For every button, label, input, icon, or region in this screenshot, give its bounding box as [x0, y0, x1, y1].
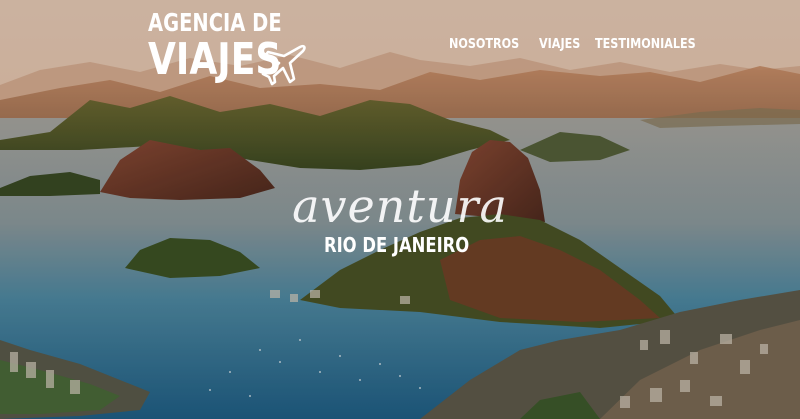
- brand-logo[interactable]: AGENCIA DE VIAJES: [148, 8, 318, 86]
- hero-destination-text: RIO DE JANEIRO: [324, 233, 470, 257]
- hero-destination: RIO DE JANEIRO: [0, 233, 800, 257]
- nav-link-testimoniales[interactable]: TESTIMONIALES: [595, 37, 696, 52]
- brand-line-1: AGENCIA DE: [148, 8, 282, 37]
- nav-link-nosotros[interactable]: NOSOTROS: [449, 37, 519, 52]
- hero-section: AGENCIA DE VIAJES NOSOTROS VIAJES TESTIM…: [0, 0, 800, 419]
- hero-tagline: aventura: [0, 178, 800, 234]
- nav-link-viajes[interactable]: VIAJES: [539, 37, 580, 52]
- airplane-icon: [261, 44, 306, 86]
- hero-tagline-text: aventura: [292, 179, 508, 233]
- main-nav: NOSOTROS VIAJES TESTIMONIALES: [449, 37, 708, 52]
